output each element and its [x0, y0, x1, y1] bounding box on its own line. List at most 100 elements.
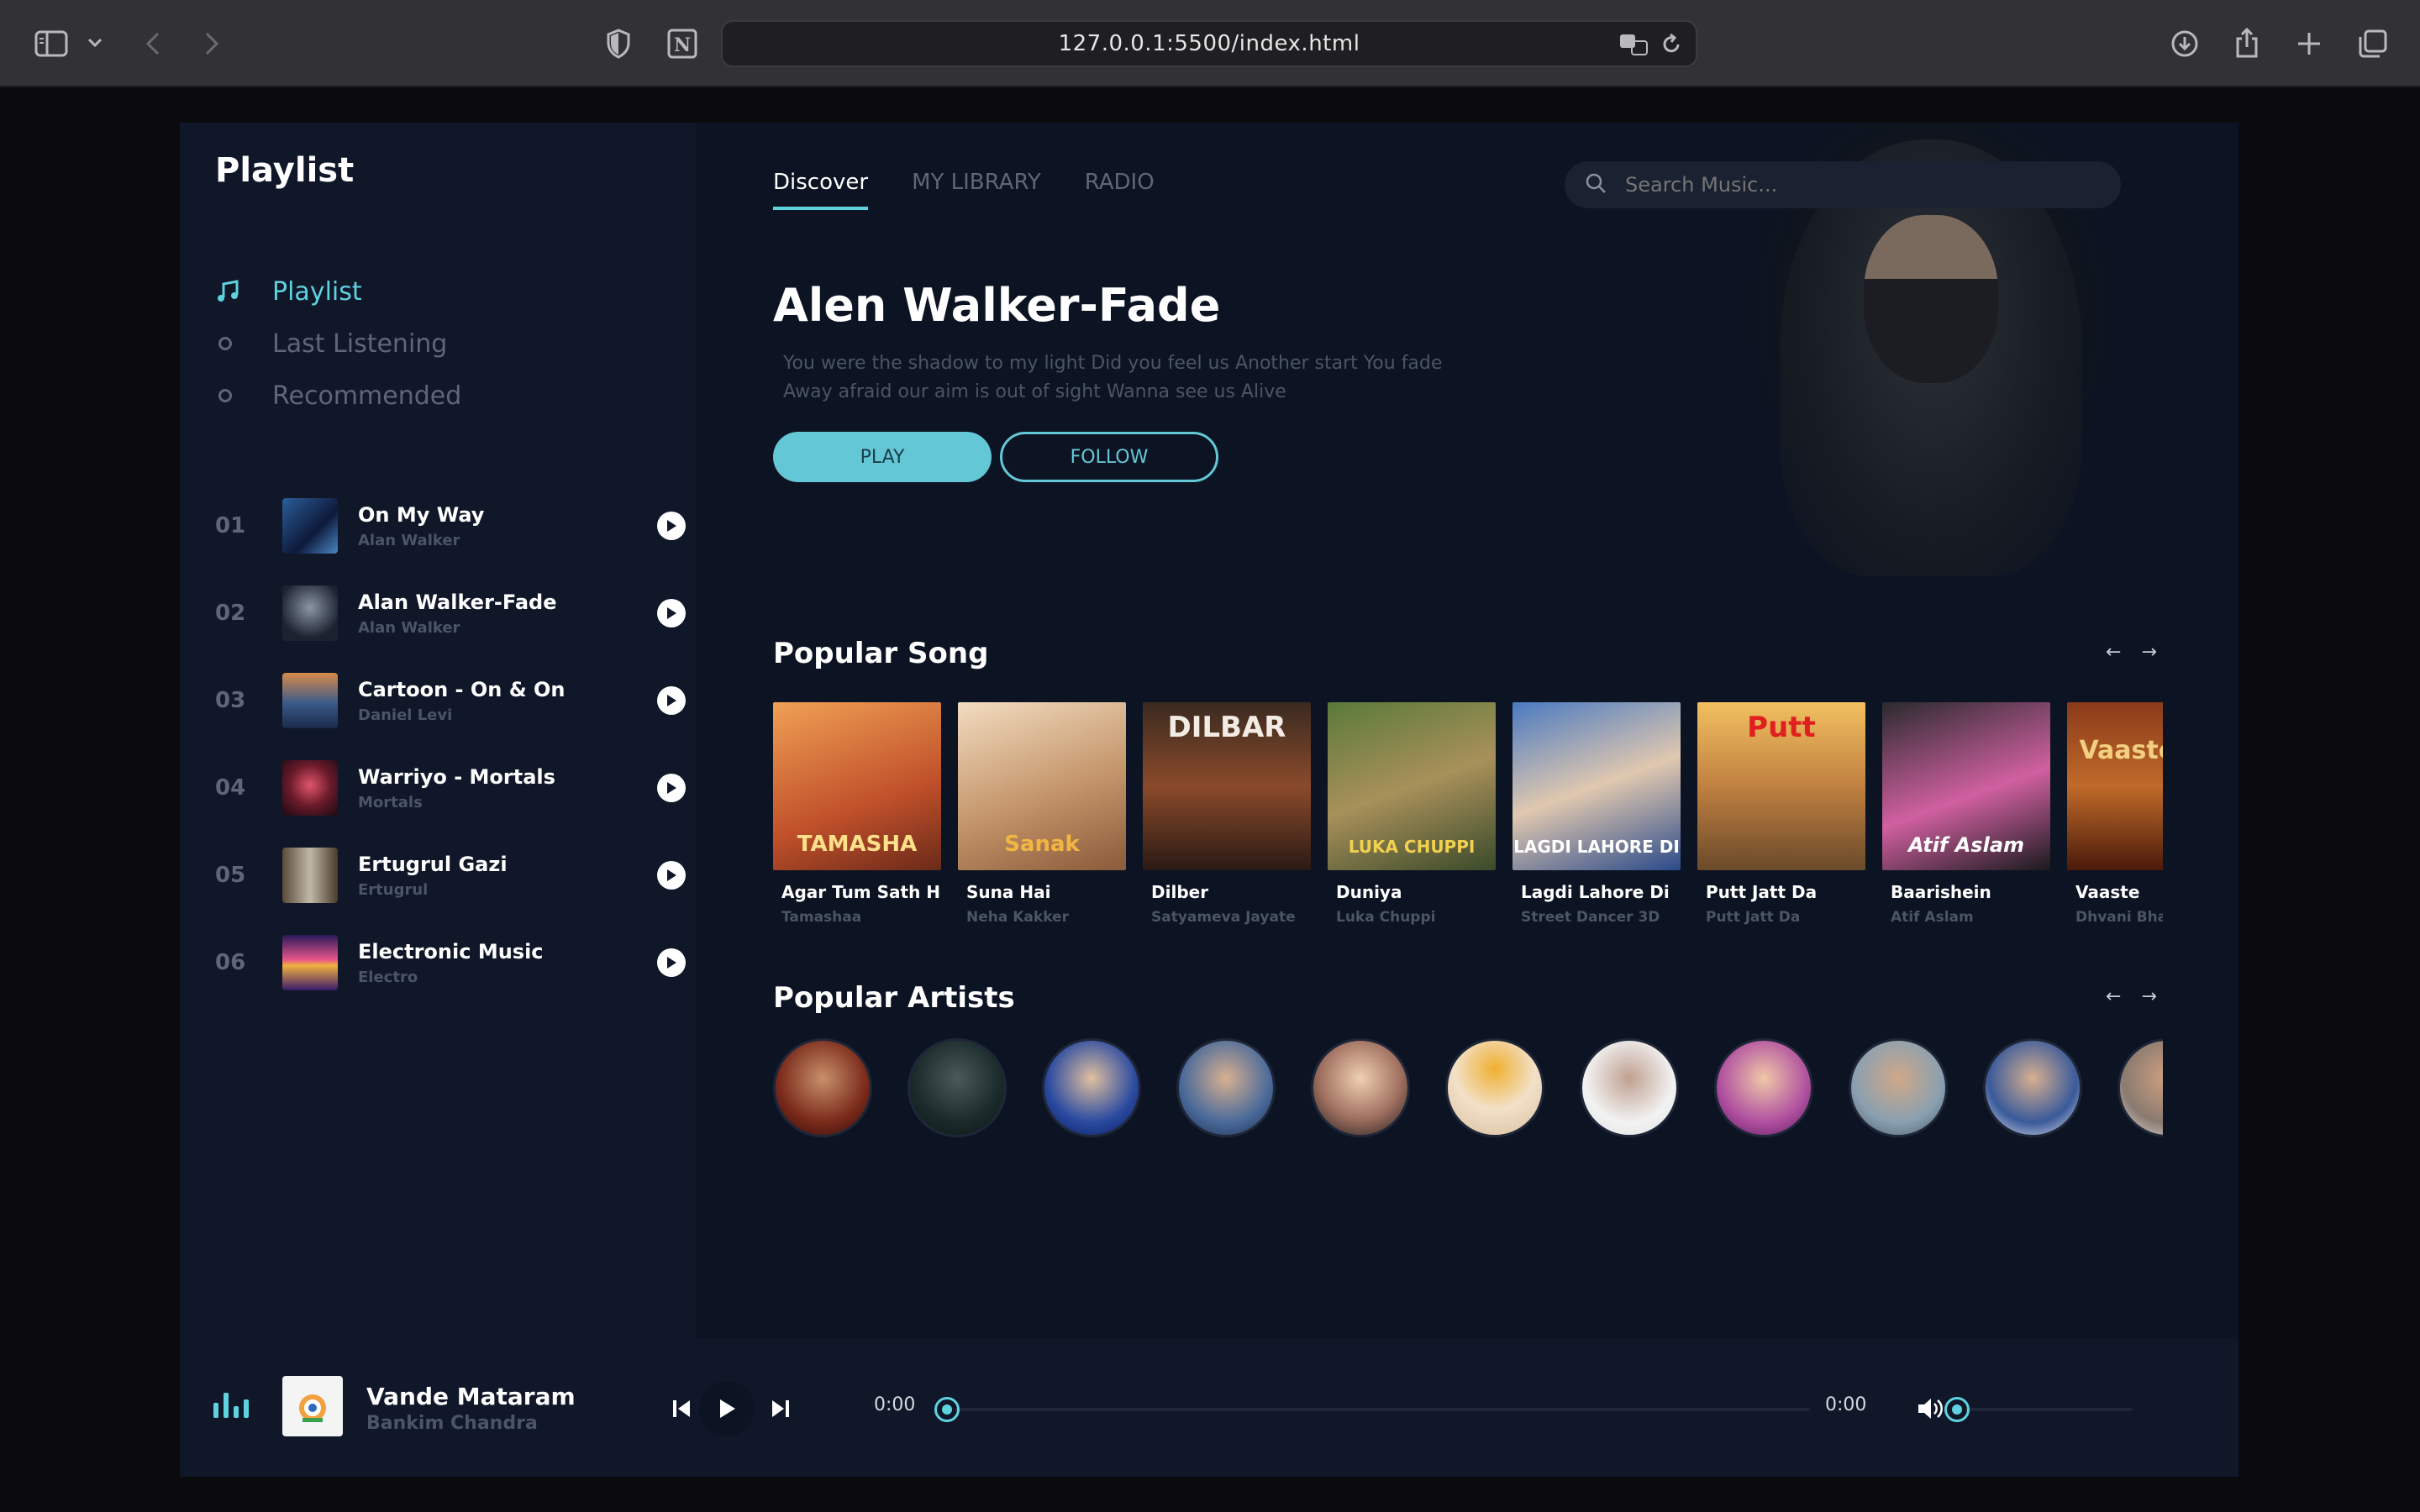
- track-title: Ertugrul Gazi: [358, 852, 508, 876]
- tab-radio[interactable]: RADIO: [1085, 170, 1155, 210]
- sidebar-title: Playlist: [215, 151, 355, 190]
- song-title: Suna Hai: [966, 882, 1051, 902]
- track-artist: Alan Walker: [358, 618, 460, 637]
- list-item[interactable]: 01 On My Way Alan Walker: [215, 482, 686, 570]
- track-artwork: [282, 585, 338, 641]
- list-item[interactable]: 04 Warriyo - Mortals Mortals: [215, 744, 686, 832]
- popular-artists-title: Popular Artists: [773, 981, 1015, 1015]
- ring-icon: [215, 337, 245, 350]
- track-artist: Alan Walker: [358, 531, 460, 549]
- song-card[interactable]: Putt Putt Jatt Da Putt Jatt Da: [1697, 702, 1865, 946]
- player-bar: Vande Mataram Bankim Chandra 0:00 0:00: [180, 1339, 2238, 1477]
- play-icon[interactable]: [657, 861, 686, 890]
- browser-toolbar: N 127.0.0.1:5500/index.html: [0, 0, 2420, 87]
- track-number: 02: [215, 601, 246, 626]
- song-card[interactable]: Vaaste #1 Vaaste Dhvani Bhanushali: [2067, 702, 2163, 946]
- search-bar[interactable]: [1565, 161, 2121, 208]
- arrow-left-icon[interactable]: ←: [2106, 986, 2121, 1007]
- song-title: Baarishein: [1891, 882, 1991, 902]
- shield-icon[interactable]: [602, 25, 635, 62]
- sidebar-nav: Playlist Last Listening Recommended: [215, 265, 461, 422]
- sidebar-item-playlist[interactable]: Playlist: [215, 265, 461, 318]
- translate-icon[interactable]: [1617, 30, 1650, 59]
- play-icon[interactable]: [657, 599, 686, 627]
- artist-avatar[interactable]: [1849, 1038, 1948, 1137]
- artist-avatar[interactable]: [1311, 1038, 1410, 1137]
- song-cover: LUKA CHUPPI: [1328, 702, 1496, 870]
- progress-handle[interactable]: [934, 1397, 960, 1422]
- sidebar-item-last-listening[interactable]: Last Listening: [215, 318, 461, 370]
- volume-bar[interactable]: [1965, 1408, 2133, 1411]
- song-cover: Putt: [1697, 702, 1865, 870]
- song-title: Putt Jatt Da: [1706, 882, 1818, 902]
- play-icon[interactable]: [657, 948, 686, 977]
- tab-discover[interactable]: Discover: [773, 170, 869, 210]
- list-item[interactable]: 02 Alan Walker-Fade Alan Walker: [215, 570, 686, 657]
- forward-icon[interactable]: [197, 25, 227, 62]
- track-artist: Electro: [358, 968, 418, 986]
- music-app: Playlist Playlist Last Listening Recomme…: [180, 123, 2238, 1477]
- arrow-right-icon[interactable]: →: [2141, 642, 2156, 663]
- artist-avatar[interactable]: [2118, 1038, 2163, 1137]
- reload-icon[interactable]: [1659, 32, 1684, 57]
- artist-avatar[interactable]: [1580, 1038, 1679, 1137]
- progress-bar[interactable]: [955, 1408, 1810, 1411]
- top-tabs: Discover MY LIBRARY RADIO: [773, 170, 1155, 210]
- song-card[interactable]: Sanak Suna Hai Neha Kakker: [958, 702, 1126, 946]
- play-pause-button[interactable]: [699, 1381, 755, 1436]
- sidebar-item-label: Last Listening: [272, 328, 448, 359]
- song-title: Vaaste: [2075, 882, 2140, 902]
- tab-my-library[interactable]: MY LIBRARY: [912, 170, 1041, 210]
- sidebar: Playlist Playlist Last Listening Recomme…: [180, 123, 696, 1339]
- play-button[interactable]: PLAY: [773, 432, 992, 482]
- track-number: 06: [215, 950, 246, 975]
- track-number: 01: [215, 513, 246, 538]
- artist-avatar[interactable]: [1983, 1038, 2082, 1137]
- list-item[interactable]: 05 Ertugrul Gazi Ertugrul: [215, 832, 686, 919]
- notion-icon[interactable]: N: [664, 25, 701, 62]
- artist-avatar[interactable]: [773, 1038, 872, 1137]
- play-icon[interactable]: [657, 774, 686, 802]
- popular-song-arrows: ← →: [2106, 642, 2157, 663]
- track-artwork: [282, 848, 338, 903]
- play-icon[interactable]: [657, 512, 686, 540]
- chevron-down-icon[interactable]: [84, 30, 106, 55]
- artist-avatar[interactable]: [1176, 1038, 1276, 1137]
- hero-masked-face: [1864, 215, 1998, 383]
- song-card[interactable]: LAGDI LAHORE DI Lagdi Lahore Di Street D…: [1512, 702, 1681, 946]
- artist-avatar[interactable]: [908, 1038, 1007, 1137]
- song-subtitle: Dhvani Bhanushali: [2075, 909, 2163, 926]
- song-card[interactable]: LUKA CHUPPI Duniya Luka Chuppi: [1328, 702, 1496, 946]
- list-item[interactable]: 06 Electronic Music Electro: [215, 919, 686, 1006]
- artist-avatar[interactable]: [1042, 1038, 1141, 1137]
- url-text[interactable]: 127.0.0.1:5500/index.html: [1059, 31, 1360, 56]
- address-bar[interactable]: 127.0.0.1:5500/index.html: [721, 20, 1697, 67]
- arrow-left-icon[interactable]: ←: [2106, 642, 2121, 663]
- sidebar-toggle-icon[interactable]: [32, 27, 71, 60]
- volume-handle[interactable]: [1944, 1397, 1970, 1422]
- download-icon[interactable]: [2168, 25, 2202, 62]
- popular-song-list: TAMASHA Agar Tum Sath Ho Tamashaa Sanak …: [773, 702, 2163, 946]
- previous-icon[interactable]: [660, 1388, 702, 1430]
- track-title: Warriyo - Mortals: [358, 764, 555, 789]
- play-icon[interactable]: [657, 686, 686, 715]
- artist-avatar[interactable]: [1445, 1038, 1544, 1137]
- arrow-right-icon[interactable]: →: [2141, 986, 2156, 1007]
- song-card[interactable]: Atif Aslam Baarishein Atif Aslam: [1882, 702, 2050, 946]
- sidebar-item-recommended[interactable]: Recommended: [215, 370, 461, 422]
- search-input[interactable]: [1625, 173, 2096, 197]
- song-card[interactable]: DILBAR Dilber Satyameva Jayate: [1143, 702, 1311, 946]
- share-icon[interactable]: [2230, 24, 2264, 62]
- back-icon[interactable]: [138, 25, 168, 62]
- tab-overview-icon[interactable]: [2354, 25, 2391, 62]
- artist-avatar[interactable]: [1714, 1038, 1813, 1137]
- follow-button[interactable]: FOLLOW: [1000, 432, 1218, 482]
- new-tab-icon[interactable]: [2292, 27, 2326, 60]
- next-icon[interactable]: [760, 1388, 802, 1430]
- song-subtitle: Atif Aslam: [1891, 909, 1974, 926]
- list-item[interactable]: 03 Cartoon - On & On Daniel Levi: [215, 657, 686, 744]
- song-cover: Atif Aslam: [1882, 702, 2050, 870]
- song-card[interactable]: TAMASHA Agar Tum Sath Ho Tamashaa: [773, 702, 941, 946]
- track-list: 01 On My Way Alan Walker 02 Alan Walker-…: [215, 482, 686, 1006]
- now-playing-title: Vande Mataram: [366, 1383, 576, 1410]
